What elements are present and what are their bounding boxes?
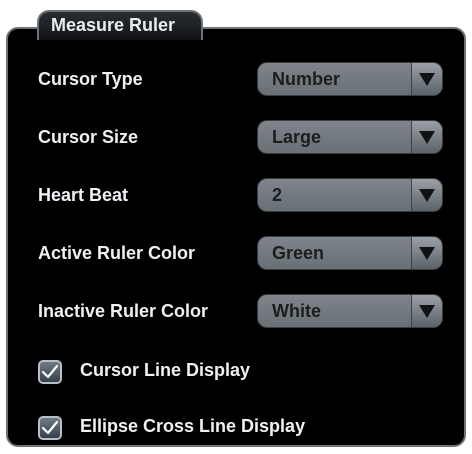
cursor-size-value: Large: [272, 127, 322, 147]
cursor-size-dropdown-button[interactable]: [411, 121, 442, 153]
cursor-size-label: Cursor Size: [38, 127, 139, 147]
cursor-type-dropdown-button[interactable]: [411, 63, 442, 95]
heart-beat-select[interactable]: 2: [257, 178, 443, 212]
ellipse-cross-line-display-label: Ellipse Cross Line Display: [80, 416, 306, 436]
ellipse-cross-line-display-checkbox[interactable]: [38, 416, 62, 440]
active-ruler-color-select[interactable]: Green: [257, 236, 443, 270]
inactive-ruler-color-value: White: [272, 301, 321, 321]
heart-beat-label: Heart Beat: [38, 185, 129, 205]
cursor-type-select[interactable]: Number: [257, 62, 443, 96]
chevron-down-icon: [419, 73, 435, 86]
active-ruler-color-label: Active Ruler Color: [38, 243, 196, 263]
active-ruler-color-value: Green: [272, 243, 325, 263]
chevron-down-icon: [419, 189, 435, 202]
cursor-line-display-label: Cursor Line Display: [80, 360, 251, 380]
cursor-line-display-checkbox[interactable]: [38, 360, 62, 384]
heart-beat-dropdown-button[interactable]: [411, 179, 442, 211]
chevron-down-icon: [419, 131, 435, 144]
panel-title: Measure Ruler: [51, 15, 176, 35]
checkmark-icon: [41, 420, 59, 435]
cursor-type-label: Cursor Type: [38, 69, 143, 89]
chevron-down-icon: [419, 247, 435, 260]
inactive-ruler-color-dropdown-button[interactable]: [411, 295, 442, 327]
chevron-down-icon: [419, 305, 435, 318]
checkmark-icon: [41, 364, 59, 379]
panel-title-tab: Measure Ruler: [37, 10, 203, 40]
heart-beat-value: 2: [272, 185, 283, 205]
cursor-size-select[interactable]: Large: [257, 120, 443, 154]
active-ruler-color-dropdown-button[interactable]: [411, 237, 442, 269]
inactive-ruler-color-select[interactable]: White: [257, 294, 443, 328]
inactive-ruler-color-label: Inactive Ruler Color: [38, 301, 209, 321]
cursor-type-value: Number: [272, 69, 341, 89]
